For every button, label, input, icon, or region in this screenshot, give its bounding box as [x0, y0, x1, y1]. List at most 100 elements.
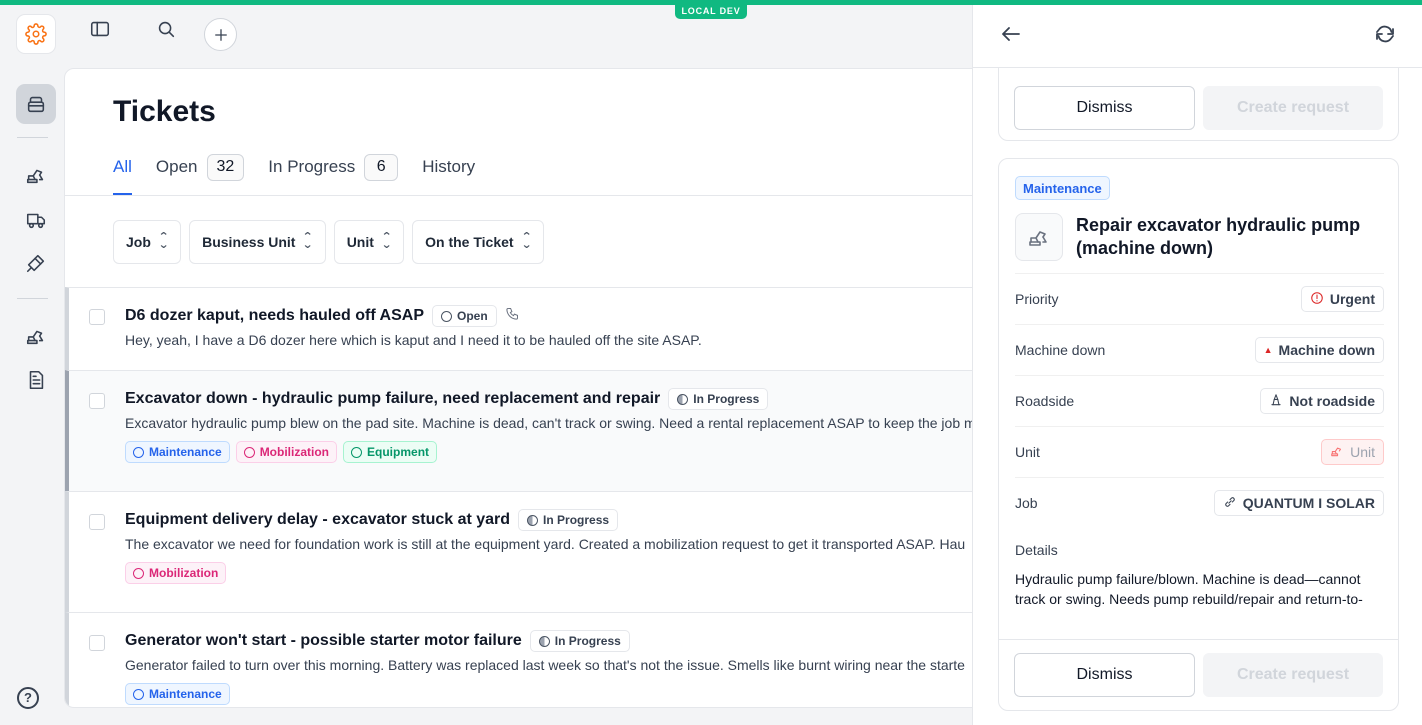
status-badge: In Progress	[529, 630, 630, 652]
tag-mobilization: Mobilization	[235, 441, 338, 463]
dismiss-button[interactable]: Dismiss	[1014, 86, 1195, 130]
left-rail	[0, 5, 72, 725]
tab-all[interactable]: All	[113, 151, 132, 195]
unit-value[interactable]: Unit	[1321, 439, 1384, 465]
tools-nav-icon[interactable]	[16, 243, 56, 283]
page-title: Tickets	[113, 95, 216, 128]
ticket-title: D6 dozer kaput, needs hauled off ASAP	[125, 307, 425, 324]
row-checkbox[interactable]	[89, 393, 105, 409]
rail-divider	[17, 298, 48, 299]
sidebar-toggle-icon[interactable]	[82, 11, 118, 47]
property-label: Roadside	[1015, 393, 1075, 409]
status-badge: In Progress	[518, 509, 619, 531]
value-label: Machine down	[1278, 342, 1375, 358]
ticket-description: Generator failed to turn over this morni…	[125, 657, 965, 673]
row-checkbox[interactable]	[89, 514, 105, 530]
category-badge: Maintenance	[1015, 176, 1110, 200]
truck-nav-icon[interactable]	[16, 200, 56, 240]
document-nav-icon[interactable]	[16, 360, 56, 400]
property-unit: Unit Unit	[1015, 426, 1384, 477]
chevron-updown-icon: ⌃ ⌄	[380, 231, 393, 251]
ticket-row[interactable]: D6 dozer kaput, needs hauled off ASAP Op…	[65, 287, 983, 370]
tag-label: Maintenance	[149, 687, 222, 701]
equipment-nav-icon[interactable]	[16, 316, 56, 356]
tab-open[interactable]: Open 32	[155, 151, 245, 183]
tab-label: All	[113, 157, 132, 176]
excavator-icon	[1015, 213, 1063, 261]
help-icon[interactable]: ?	[17, 687, 39, 709]
ticket-row[interactable]: Excavator down - hydraulic pump failure,…	[65, 370, 983, 491]
excavator-icon	[1330, 444, 1344, 461]
ticket-row[interactable]: Generator won't start - possible starter…	[65, 612, 983, 707]
status-badge: Open	[432, 305, 497, 327]
mobilization-icon	[133, 567, 144, 579]
tickets-main: Tickets All Open 32 In Progress 6 History …	[64, 68, 984, 708]
mobilization-icon	[243, 446, 255, 458]
excavator-nav-icon[interactable]	[16, 155, 56, 195]
in-progress-status-icon	[538, 635, 550, 647]
value-label: Urgent	[1329, 291, 1375, 307]
search-icon[interactable]	[148, 11, 184, 47]
tab-history[interactable]: History	[422, 151, 475, 183]
alert-circle-icon	[1310, 291, 1324, 308]
dismiss-button[interactable]: Dismiss	[1014, 653, 1195, 697]
details-label: Details	[1015, 542, 1058, 558]
app-logo-gear-icon[interactable]	[16, 14, 56, 54]
maintenance-icon	[133, 688, 144, 700]
request-title: Repair excavator hydraulic pump (machine…	[1076, 215, 1361, 258]
filter-label: Business Unit	[202, 234, 296, 250]
maintenance-icon	[133, 446, 144, 458]
chevron-updown-icon: ⌃ ⌄	[302, 231, 314, 251]
create-request-button[interactable]: Create request	[1203, 86, 1383, 130]
add-button-plus-icon[interactable]	[204, 18, 237, 51]
in-progress-status-icon	[677, 393, 689, 405]
filter-label: Job	[126, 234, 151, 250]
environment-badge: LOCAL DEV	[675, 3, 747, 19]
status-label: In Progress	[554, 634, 621, 648]
ticket-description: Hey, yeah, I have a D6 dozer here which …	[125, 332, 702, 348]
property-roadside: Roadside Not roadside	[1015, 375, 1384, 426]
tab-in-progress[interactable]: In Progress 6	[268, 151, 399, 183]
property-label: Job	[1015, 495, 1038, 511]
tab-count: 32	[206, 153, 245, 181]
details-text: Hydraulic pump failure/blown. Machine is…	[1015, 571, 1363, 607]
tag-equipment: Equipment	[343, 441, 438, 463]
phone-icon	[505, 306, 520, 326]
ticket-title: Excavator down - hydraulic pump failure,…	[125, 390, 661, 407]
tabs-divider	[65, 195, 983, 196]
machine-down-icon: ▲	[1263, 345, 1273, 355]
tag-label: Maintenance	[149, 445, 222, 459]
priority-value[interactable]: Urgent	[1300, 286, 1384, 312]
status-badge: In Progress	[668, 388, 769, 410]
tag-label: Mobilization	[149, 566, 219, 580]
roadside-value[interactable]: Not roadside	[1260, 388, 1384, 414]
job-value[interactable]: QUANTUM I SOLAR	[1213, 490, 1384, 516]
tag-label: Equipment	[367, 445, 430, 459]
chevron-updown-icon: ⌃ ⌄	[520, 231, 532, 251]
back-arrow-icon[interactable]	[999, 22, 1025, 48]
filter-unit[interactable]: Unit ⌃ ⌄	[333, 220, 405, 264]
tab-label: Open	[155, 157, 198, 176]
machine-down-value[interactable]: ▲ Machine down	[1254, 337, 1384, 363]
create-request-button[interactable]: Create request	[1203, 653, 1383, 697]
tag-label: Mobilization	[259, 445, 330, 459]
row-checkbox[interactable]	[89, 635, 105, 651]
link-icon	[1223, 495, 1237, 512]
ticket-title: Generator won't start - possible starter…	[125, 632, 522, 649]
filter-business-unit[interactable]: Business Unit ⌃ ⌄	[189, 220, 326, 264]
card-footer-divider	[999, 639, 1398, 640]
tag-mobilization: Mobilization	[125, 562, 227, 584]
row-checkbox[interactable]	[89, 309, 105, 325]
inbox-nav-icon[interactable]	[16, 84, 56, 124]
roadside-icon	[1269, 393, 1283, 410]
chevron-updown-icon: ⌃ ⌄	[157, 231, 170, 251]
panel-header	[973, 5, 1422, 68]
tab-label: History	[422, 157, 476, 176]
ticket-title: Equipment delivery delay - excavator stu…	[125, 511, 511, 528]
property-label: Machine down	[1015, 342, 1106, 358]
filter-job[interactable]: Job ⌃ ⌄	[113, 220, 182, 264]
refresh-icon[interactable]	[1373, 22, 1399, 48]
filter-on-the-ticket[interactable]: On the Ticket ⌃ ⌄	[412, 220, 544, 264]
ticket-row[interactable]: Equipment delivery delay - excavator stu…	[65, 491, 983, 612]
ticket-tags: Maintenance Mobilization Equipment	[125, 441, 983, 463]
